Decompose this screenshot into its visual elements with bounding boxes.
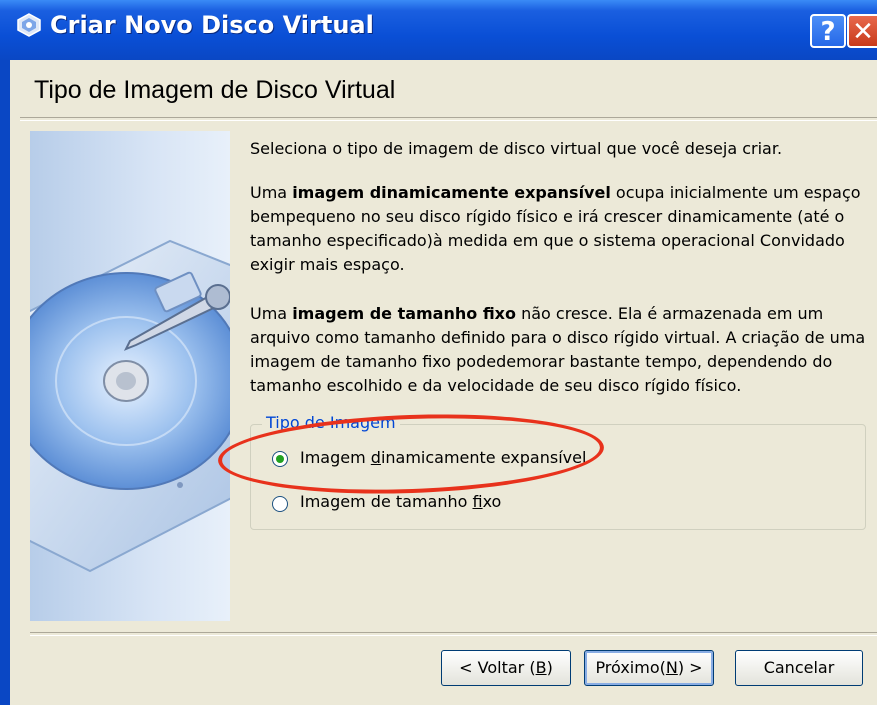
close-button[interactable]: ✕: [847, 14, 877, 48]
window-frame-left: [0, 60, 10, 705]
next-button[interactable]: Próximo(N) >: [584, 650, 714, 686]
hard-disk-illustration: [30, 131, 230, 621]
help-button[interactable]: ?: [810, 14, 846, 48]
virtualbox-icon: [17, 13, 41, 37]
dynamic-term: imagem dinamicamente expansível: [292, 183, 611, 202]
fixed-description: Uma imagem de tamanho fixo não cresce. E…: [250, 304, 866, 395]
title-bar[interactable]: Criar Novo Disco Virtual ? ✕: [0, 0, 877, 60]
window-title: Criar Novo Disco Virtual: [50, 11, 374, 39]
footer-divider: [30, 632, 877, 636]
cancel-button[interactable]: Cancelar: [735, 650, 863, 686]
intro-text: Seleciona o tipo de imagem de disco virt…: [250, 139, 783, 158]
fixed-term: imagem de tamanho fixo: [292, 304, 516, 323]
radio-fixed[interactable]: [272, 496, 288, 512]
back-button[interactable]: < Voltar (B): [441, 650, 571, 686]
dynamic-description: Uma imagem dinamicamente expansível ocup…: [250, 183, 861, 274]
page-title: Tipo de Imagem de Disco Virtual: [34, 76, 396, 104]
dialog-window: Criar Novo Disco Virtual ? ✕ Tipo de Ima…: [0, 0, 877, 705]
hard-disk-icon: [30, 239, 230, 573]
radio-fixed-label[interactable]: Imagem de tamanho fixo: [300, 492, 501, 511]
header-divider: [20, 117, 877, 121]
